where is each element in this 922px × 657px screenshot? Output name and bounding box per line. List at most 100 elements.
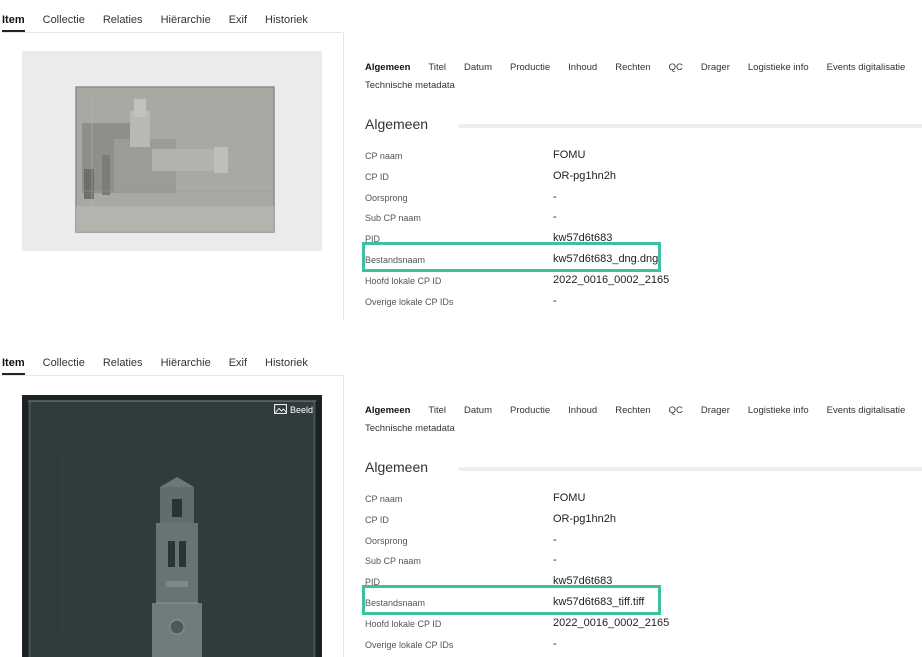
field-label: Overige lokale CP IDs <box>365 296 454 307</box>
tab-technische-metadata[interactable]: Technische metadata <box>365 423 455 434</box>
tab-exif[interactable]: Exif <box>229 14 247 30</box>
image-badge-label: Beeld <box>289 405 313 415</box>
tab-relaties[interactable]: Relaties <box>103 14 143 30</box>
field-row-pid: PID kw57d6t683 <box>365 229 922 250</box>
tab-collectie[interactable]: Collectie <box>43 14 85 30</box>
tab-item[interactable]: Item <box>2 14 25 32</box>
field-label: Hoofd lokale CP ID <box>365 275 442 286</box>
field-value: FOMU <box>553 149 586 161</box>
field-label: CP naam <box>365 494 403 504</box>
tab-datum[interactable]: Datum <box>464 62 492 73</box>
field-row-bestandsnaam: Bestandsnaam kw57d6t683_dng.dng <box>365 250 922 271</box>
tab-logistieke-info[interactable]: Logistieke info <box>748 405 809 416</box>
tab-datum[interactable]: Datum <box>464 405 492 416</box>
field-row-oorsprong: Oorsprong - <box>365 188 922 209</box>
tab-productie[interactable]: Productie <box>510 62 550 73</box>
tab-events-digitalisatie[interactable]: Events digitalisatie <box>827 405 906 416</box>
metadata-tabs: Algemeen Titel Datum Productie Inhoud Rechten… <box>365 400 922 436</box>
column-divider <box>343 375 344 657</box>
tab-relaties[interactable]: Relaties <box>103 357 143 373</box>
tab-hierarchie[interactable]: Hiërarchie <box>161 14 211 30</box>
field-label: Overige lokale CP IDs <box>365 639 454 650</box>
field-row-overige-lokale-cp-ids: Overige lokale CP IDs - <box>365 635 922 656</box>
field-row-pid: PID kw57d6t683 <box>365 572 922 593</box>
tab-qc[interactable]: QC <box>669 405 683 416</box>
tabs-divider <box>2 375 342 376</box>
tab-productie[interactable]: Productie <box>510 405 550 416</box>
tab-events-digitalisatie[interactable]: Events digitalisatie <box>827 62 906 73</box>
field-value: - <box>553 190 557 203</box>
field-value: - <box>553 554 557 567</box>
field-value: - <box>553 533 557 546</box>
tab-drager[interactable]: Drager <box>701 62 730 73</box>
metadata-fields: CP naam FOMU CP ID OR-pg1hn2h Oorsprong - S… <box>365 146 922 312</box>
field-row-hoofd-lokale-cp-id: Hoofd lokale CP ID 2022_0016_0002_2165 <box>365 271 922 292</box>
field-row-sub-cp-naam: Sub CP naam - <box>365 208 922 229</box>
belfry-negative-photo <box>22 395 322 657</box>
tabs-divider <box>2 32 342 33</box>
field-value: kw57d6t683_dng.dng <box>553 252 659 265</box>
tab-inhoud[interactable]: Inhoud <box>568 405 597 416</box>
tab-technische-metadata[interactable]: Technische metadata <box>365 80 455 91</box>
tab-titel[interactable]: Titel <box>428 62 446 73</box>
field-value: - <box>553 637 557 650</box>
field-label: CP naam <box>365 151 403 161</box>
field-row-cp-id: CP ID OR-pg1hn2h <box>365 167 922 188</box>
metadata-fields: CP naam FOMU CP ID OR-pg1hn2h Oorsprong - S… <box>365 489 922 655</box>
field-row-cp-id: CP ID OR-pg1hn2h <box>365 510 922 531</box>
field-label: Sub CP naam <box>365 556 421 567</box>
field-value: OR-pg1hn2h <box>553 512 616 525</box>
item-panel-dng: Item Collectie Relaties Hiërarchie Exif Histo… <box>0 0 922 320</box>
image-type-badge[interactable]: Beeld <box>274 404 313 415</box>
field-value: 2022_0016_0002_2165 <box>553 616 670 629</box>
field-value: kw57d6t683_tiff.tiff <box>553 595 645 608</box>
field-value: kw57d6t683 <box>553 232 613 245</box>
tab-qc[interactable]: QC <box>669 62 683 73</box>
tab-item[interactable]: Item <box>2 357 25 375</box>
field-row-hoofd-lokale-cp-id: Hoofd lokale CP ID 2022_0016_0002_2165 <box>365 614 922 635</box>
field-label: PID <box>365 577 381 588</box>
tab-rechten[interactable]: Rechten <box>615 405 650 416</box>
field-row-sub-cp-naam: Sub CP naam - <box>365 551 922 572</box>
field-label: CP ID <box>365 171 389 182</box>
section-title: Algemeen <box>365 116 429 132</box>
field-label: Sub CP naam <box>365 213 421 224</box>
column-divider <box>343 32 344 320</box>
item-tabs: Item Collectie Relaties Hiërarchie Exif Histo… <box>2 353 326 377</box>
metadata-tabs: Algemeen Titel Datum Productie Inhoud Rechten… <box>365 57 922 93</box>
tab-drager[interactable]: Drager <box>701 405 730 416</box>
field-label: CP ID <box>365 514 389 525</box>
item-image-preview[interactable] <box>22 51 322 251</box>
field-label: PID <box>365 234 381 245</box>
tab-historiek[interactable]: Historiek <box>265 14 308 30</box>
field-label: Oorsprong <box>365 192 408 203</box>
tab-hierarchie[interactable]: Hiërarchie <box>161 357 211 373</box>
field-label: Bestandsnaam <box>365 254 426 265</box>
field-row-cp-naam: CP naam FOMU <box>365 489 922 510</box>
tab-titel[interactable]: Titel <box>428 405 446 416</box>
field-row-cp-naam: CP naam FOMU <box>365 146 922 167</box>
tab-rechten[interactable]: Rechten <box>615 62 650 73</box>
field-value: kw57d6t683 <box>553 575 613 588</box>
field-label: Oorsprong <box>365 535 408 546</box>
field-label: Bestandsnaam <box>365 597 426 608</box>
field-value: FOMU <box>553 492 586 504</box>
field-row-bestandsnaam: Bestandsnaam kw57d6t683_tiff.tiff <box>365 593 922 614</box>
field-value: - <box>553 211 557 224</box>
item-tabs: Item Collectie Relaties Hiërarchie Exif Histo… <box>2 10 326 34</box>
field-row-overige-lokale-cp-ids: Overige lokale CP IDs - <box>365 292 922 313</box>
tab-algemeen[interactable]: Algemeen <box>365 405 410 416</box>
item-image-preview[interactable]: Beeld <box>22 395 322 657</box>
section-divider <box>458 467 922 471</box>
glass-plate-photo <box>22 51 322 251</box>
tab-exif[interactable]: Exif <box>229 357 247 373</box>
tab-logistieke-info[interactable]: Logistieke info <box>748 62 809 73</box>
tab-collectie[interactable]: Collectie <box>43 357 85 373</box>
tab-algemeen[interactable]: Algemeen <box>365 62 410 73</box>
field-label: Hoofd lokale CP ID <box>365 618 442 629</box>
tab-historiek[interactable]: Historiek <box>265 357 308 373</box>
tab-inhoud[interactable]: Inhoud <box>568 62 597 73</box>
image-icon <box>274 404 287 414</box>
field-value: OR-pg1hn2h <box>553 169 616 182</box>
section-divider <box>458 124 922 128</box>
